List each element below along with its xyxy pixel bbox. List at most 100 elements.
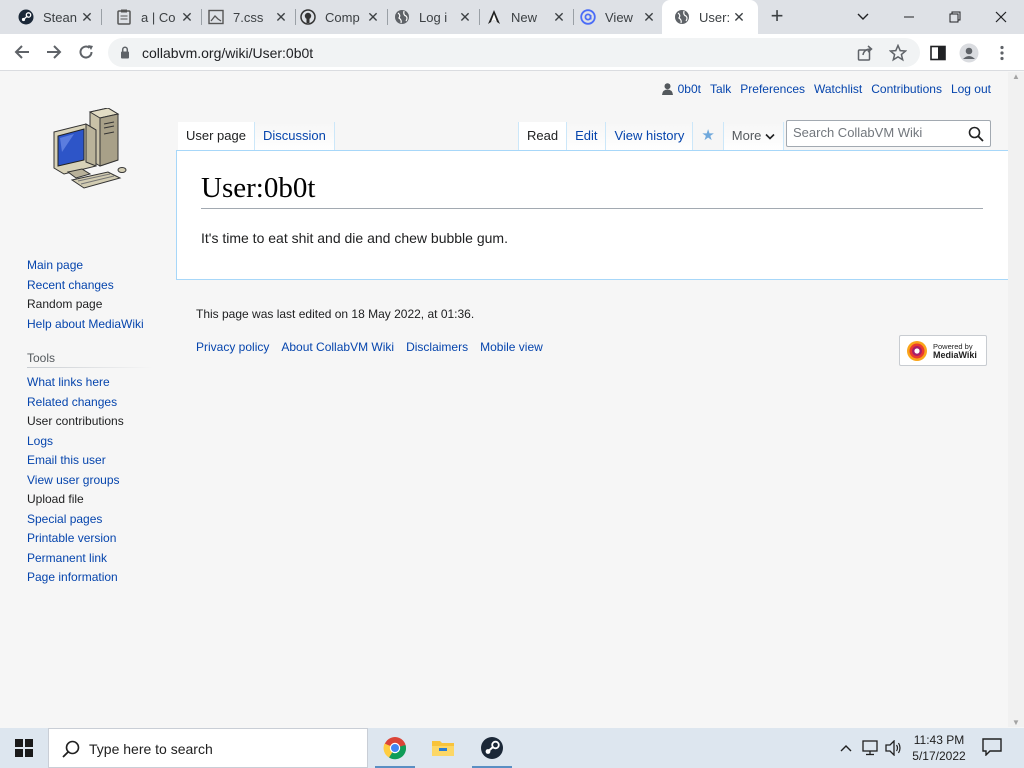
search-input[interactable]: [793, 125, 963, 140]
lock-icon[interactable]: [120, 46, 130, 64]
wiki-search-box[interactable]: [786, 120, 991, 147]
notification-icon[interactable]: [982, 738, 1002, 761]
browser-tab-view[interactable]: View ✕: [580, 0, 664, 34]
restore-button[interactable]: [932, 0, 978, 34]
sidebar-item-special-pages[interactable]: Special pages: [27, 512, 124, 532]
more-label: More: [731, 128, 762, 143]
footer-link-disclaimers[interactable]: Disclaimers: [406, 340, 468, 354]
tools-heading: Tools: [27, 351, 56, 365]
reload-button[interactable]: [74, 40, 98, 64]
preferences-link[interactable]: Preferences: [740, 82, 805, 96]
sidebar-item-logs[interactable]: Logs: [27, 434, 124, 454]
sidebar-item-related-changes[interactable]: Related changes: [27, 395, 124, 415]
browser-tab-steam[interactable]: Stean ✕: [18, 0, 102, 34]
tools-divider: [27, 367, 153, 368]
volume-icon[interactable]: [885, 739, 903, 759]
taskbar-steam[interactable]: [468, 728, 516, 768]
back-button[interactable]: [10, 40, 34, 64]
tab-title: New: [511, 9, 538, 25]
clipboard-icon: [116, 9, 132, 25]
tab-discussion[interactable]: Discussion: [254, 122, 335, 151]
address-bar[interactable]: collabvm.org/wiki/User:0b0t: [108, 38, 920, 67]
close-icon[interactable]: ✕: [366, 10, 380, 24]
scroll-down-icon[interactable]: ▼: [1012, 718, 1020, 727]
share-icon[interactable]: [856, 43, 876, 63]
close-icon[interactable]: ✕: [458, 10, 472, 24]
namespace-tabs: User page Discussion: [178, 122, 335, 151]
browser-tab-clipboard[interactable]: a | Co ✕: [116, 0, 202, 34]
tab-title: User:: [699, 9, 731, 25]
sidebar-item-printable-version[interactable]: Printable version: [27, 531, 124, 551]
chevron-up-icon[interactable]: [840, 740, 852, 755]
tab-separator: [101, 9, 102, 25]
watch-star-icon[interactable]: ★: [693, 122, 724, 151]
more-menu[interactable]: More: [723, 122, 785, 151]
tab-search-button[interactable]: [840, 0, 886, 34]
talk-link[interactable]: Talk: [710, 82, 731, 96]
taskbar-chrome[interactable]: [371, 728, 419, 768]
taskbar-clock[interactable]: 11:43 PM 5/17/2022: [906, 732, 972, 764]
sidebar-item-upload-file[interactable]: Upload file: [27, 492, 124, 512]
page-scrollbar[interactable]: ▲ ▼: [1008, 72, 1024, 727]
sidebar-item-main-page[interactable]: Main page: [27, 258, 144, 278]
windows-logo-icon: [15, 739, 33, 757]
footer-link-about[interactable]: About CollabVM Wiki: [281, 340, 394, 354]
close-icon[interactable]: ✕: [180, 10, 194, 24]
menu-kebab-icon[interactable]: [992, 43, 1012, 63]
windows-taskbar: Type here to search 11:43 PM 5/17/2022: [0, 728, 1024, 768]
close-icon[interactable]: ✕: [732, 10, 746, 24]
close-icon[interactable]: ✕: [80, 10, 94, 24]
search-icon[interactable]: [968, 126, 984, 147]
browser-tab-active[interactable]: User: ✕: [662, 0, 758, 34]
bookmark-star-icon[interactable]: [888, 43, 908, 63]
globe-icon: [394, 9, 410, 25]
minimize-button[interactable]: [886, 0, 932, 34]
powered-by-mediawiki-badge[interactable]: Powered by MediaWiki: [899, 335, 987, 366]
browser-tab-login[interactable]: Log i ✕: [394, 0, 480, 34]
user-link[interactable]: 0b0t: [661, 82, 701, 96]
tab-edit[interactable]: Edit: [567, 122, 607, 151]
tab-read[interactable]: Read: [518, 122, 568, 151]
tab-separator: [573, 9, 574, 25]
contributions-link[interactable]: Contributions: [871, 82, 942, 96]
tab-separator: [295, 9, 296, 25]
search-icon: [62, 740, 80, 763]
tab-view-history[interactable]: View history: [606, 122, 694, 151]
clock-time: 11:43 PM: [913, 733, 965, 747]
user-tools: 0b0t Talk Preferences Watchlist Contribu…: [653, 82, 991, 96]
watchlist-link[interactable]: Watchlist: [814, 82, 862, 96]
taskbar-search[interactable]: Type here to search: [48, 728, 368, 768]
sidebar-item-email-user[interactable]: Email this user: [27, 453, 124, 473]
url-text: collabvm.org/wiki/User:0b0t: [142, 45, 314, 61]
sidebar-item-help[interactable]: Help about MediaWiki: [27, 317, 144, 337]
profile-avatar-icon[interactable]: [959, 43, 979, 63]
sidebar-item-random-page[interactable]: Random page: [27, 297, 144, 317]
footer-link-privacy[interactable]: Privacy policy: [196, 340, 269, 354]
browser-tab-css[interactable]: 7.css ✕: [208, 0, 296, 34]
sidebar-item-what-links-here[interactable]: What links here: [27, 375, 124, 395]
sidebar-item-permanent-link[interactable]: Permanent link: [27, 551, 124, 571]
logout-link[interactable]: Log out: [951, 82, 991, 96]
sidebar-item-recent-changes[interactable]: Recent changes: [27, 278, 144, 298]
close-window-button[interactable]: [978, 0, 1024, 34]
forward-button[interactable]: [42, 40, 66, 64]
side-panel-icon[interactable]: [928, 43, 948, 63]
tab-separator: [201, 9, 202, 25]
computer-logo-icon: [53, 107, 127, 189]
new-tab-button[interactable]: +: [766, 5, 788, 28]
browser-tab-github[interactable]: Comp ✕: [300, 0, 388, 34]
taskbar-file-explorer[interactable]: [419, 728, 467, 768]
site-logo[interactable]: [50, 107, 130, 194]
close-icon[interactable]: ✕: [642, 10, 656, 24]
footer-link-mobile-view[interactable]: Mobile view: [480, 340, 543, 354]
sidebar-item-user-contributions[interactable]: User contributions: [27, 414, 124, 434]
network-icon[interactable]: [862, 740, 880, 759]
sidebar-item-page-information[interactable]: Page information: [27, 570, 124, 590]
close-icon[interactable]: ✕: [274, 10, 288, 24]
sidebar-item-user-groups[interactable]: View user groups: [27, 473, 124, 493]
scroll-up-icon[interactable]: ▲: [1012, 72, 1020, 81]
tab-user-page[interactable]: User page: [178, 122, 255, 151]
start-button[interactable]: [0, 728, 48, 768]
close-icon[interactable]: ✕: [552, 10, 566, 24]
browser-tab-new[interactable]: New ✕: [486, 0, 574, 34]
